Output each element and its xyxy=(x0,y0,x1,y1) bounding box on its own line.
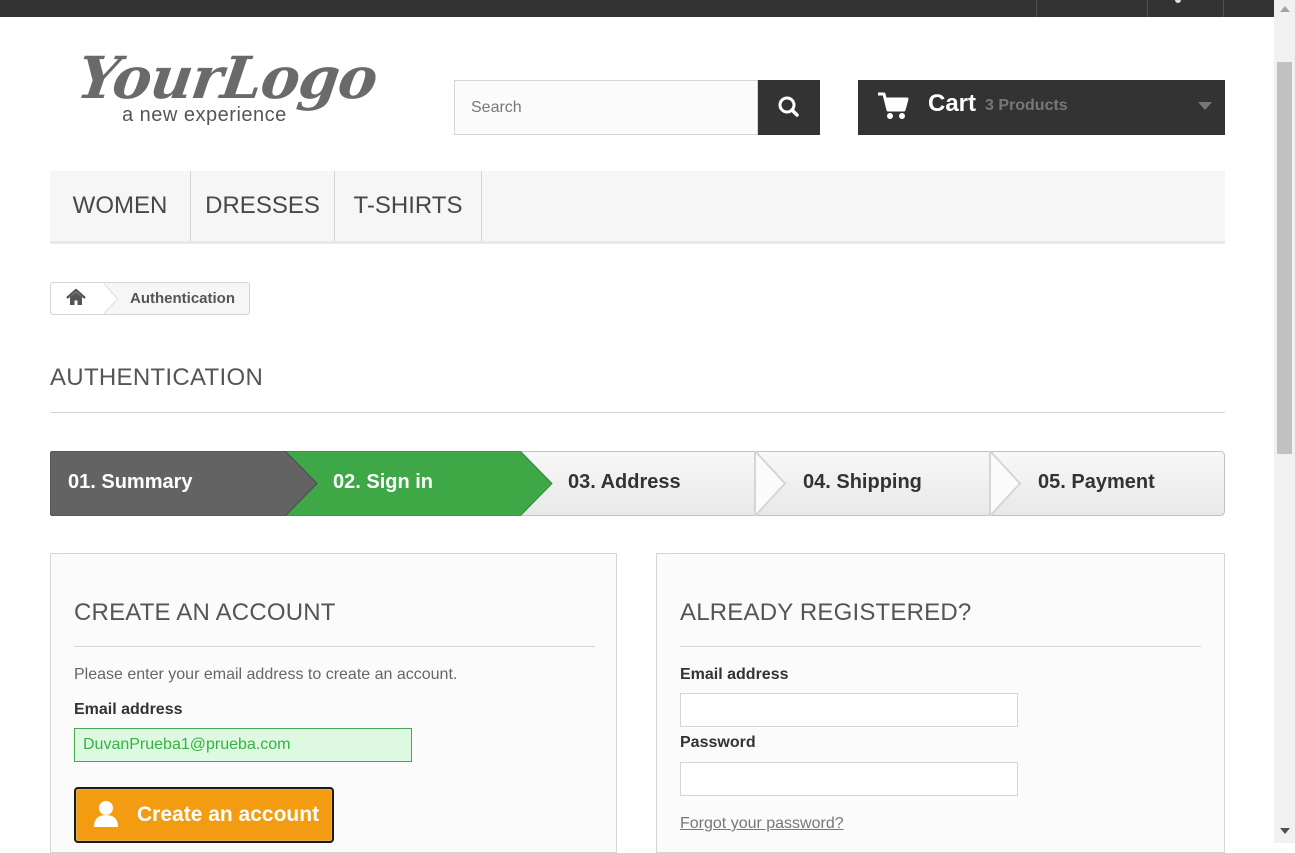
scroll-up-arrow-icon[interactable] xyxy=(1280,6,1290,12)
scrollbar-thumb[interactable] xyxy=(1277,62,1292,454)
scroll-down-arrow-icon[interactable] xyxy=(1280,828,1290,834)
cart-icon xyxy=(878,92,909,119)
breadcrumb-separator xyxy=(103,283,117,314)
user-icon xyxy=(94,801,118,827)
main-menu: WOMEN DRESSES T-SHIRTS xyxy=(50,171,1225,244)
breadcrumb: Authentication xyxy=(50,282,250,315)
forgot-password-link[interactable]: Forgot your password? xyxy=(680,815,844,833)
search-button[interactable] xyxy=(758,80,820,135)
home-icon xyxy=(66,288,86,305)
create-account-button[interactable]: Create an account xyxy=(74,787,334,843)
top-bar xyxy=(0,0,1274,17)
create-email-input[interactable] xyxy=(74,728,412,762)
cart-block[interactable]: Cart 3 Products xyxy=(858,80,1225,135)
menu-item-women[interactable]: WOMEN xyxy=(50,171,191,241)
step-payment: 05. Payment xyxy=(1038,471,1155,493)
create-account-form: CREATE AN ACCOUNT Please enter your emai… xyxy=(50,553,617,853)
login-title: ALREADY REGISTERED? xyxy=(680,599,972,626)
logo-script-text: YourLogo xyxy=(73,44,382,112)
password-label: Password xyxy=(680,734,756,751)
login-divider xyxy=(680,646,1201,647)
heading-divider xyxy=(50,412,1225,413)
login-form: ALREADY REGISTERED? Email address Passwo… xyxy=(656,553,1225,853)
breadcrumb-current: Authentication xyxy=(130,290,235,307)
cart-label: Cart xyxy=(928,90,977,117)
top-bar-divider xyxy=(1147,0,1148,17)
menu-item-dresses[interactable]: DRESSES xyxy=(191,171,335,241)
create-email-label: Email address xyxy=(74,701,183,718)
search-icon xyxy=(778,96,799,117)
step-shipping: 04. Shipping xyxy=(803,471,922,493)
order-steps: 01. Summary 02. Sign in 03. Address 04. … xyxy=(50,451,1225,516)
create-account-button-label: Create an account xyxy=(137,803,320,826)
logo-tagline: a new experience xyxy=(122,104,287,126)
create-account-description: Please enter your email address to creat… xyxy=(74,666,458,683)
login-email-input[interactable] xyxy=(680,693,1018,727)
top-bar-divider xyxy=(1223,0,1224,17)
breadcrumb-home[interactable] xyxy=(51,283,103,314)
password-input[interactable] xyxy=(680,762,1018,796)
top-bar-divider xyxy=(1036,0,1037,17)
search-input[interactable] xyxy=(454,80,758,135)
login-email-label: Email address xyxy=(680,666,789,683)
store-logo[interactable]: YourLogo a new experience xyxy=(73,44,381,134)
create-account-title: CREATE AN ACCOUNT xyxy=(74,599,336,626)
cart-count: 3 Products xyxy=(985,97,1068,114)
user-icon[interactable] xyxy=(1175,0,1181,3)
vertical-scrollbar[interactable] xyxy=(1274,0,1295,843)
search-form xyxy=(454,80,820,135)
menu-item-tshirts[interactable]: T-SHIRTS xyxy=(335,171,482,241)
page-title: AUTHENTICATION xyxy=(50,364,264,391)
chevron-down-icon[interactable] xyxy=(1198,102,1212,110)
create-account-divider xyxy=(74,646,595,647)
step-sign-in: 02. Sign in xyxy=(333,471,434,493)
step-address: 03. Address xyxy=(568,471,681,493)
step-summary[interactable]: 01. Summary xyxy=(68,471,193,494)
